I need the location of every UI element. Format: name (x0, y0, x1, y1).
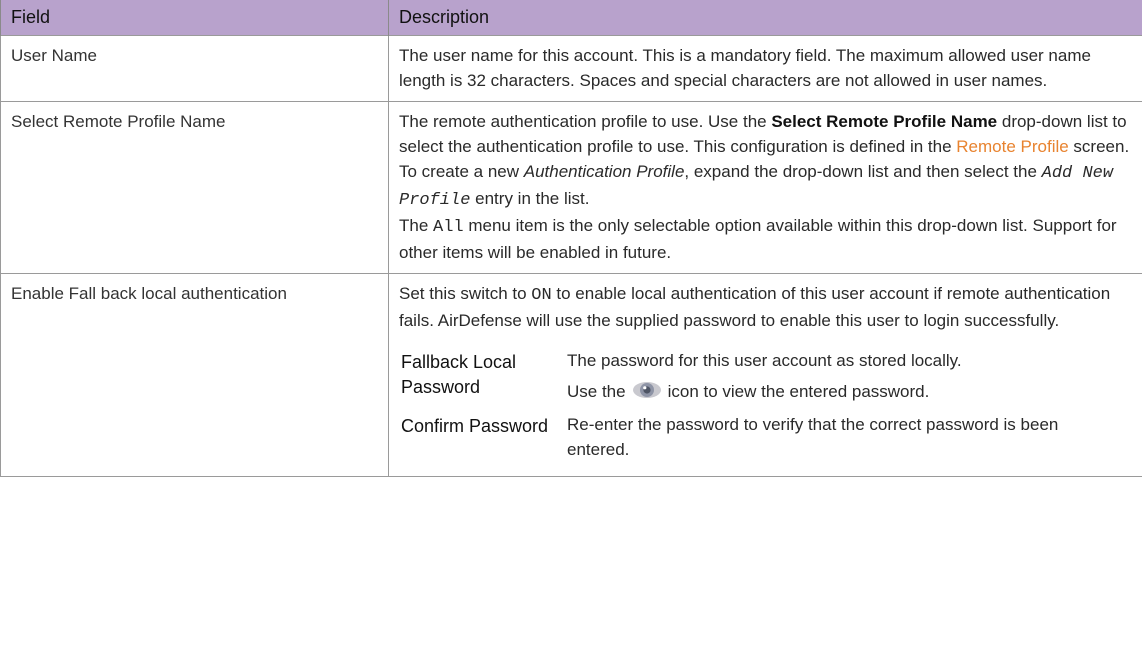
header-field: Field (0, 0, 389, 36)
description-paragraph: Set this switch to ON to enable local au… (399, 281, 1132, 333)
table-row: Select Remote Profile Name The remote au… (0, 101, 1142, 274)
italic-term: Authentication Profile (523, 162, 685, 181)
sub-field-name: Fallback Local Password (401, 352, 517, 397)
description-paragraph: The All menu item is the only selectable… (399, 213, 1132, 265)
text-span: Use the (567, 382, 626, 401)
sub-field-row: Fallback Local Password The password for… (389, 346, 1107, 410)
field-description: The user name for this account. This is … (388, 35, 1142, 102)
sub-field-name: Confirm Password (401, 416, 549, 436)
text-span: entry in the list. (470, 189, 590, 208)
sub-field-description: Re-enter the password to verify that the… (567, 415, 1059, 459)
text-span: menu item is the only selectable option … (399, 216, 1117, 262)
header-description: Description (388, 0, 1142, 36)
text-line: Use the icon to view the entered password… (567, 379, 1107, 404)
text-line: The password for this user account as st… (567, 351, 962, 370)
field-description: The remote authentication profile to use… (388, 101, 1142, 274)
text-span: Set this switch to (399, 284, 532, 303)
code-term: ON (531, 286, 552, 305)
sub-field-table: Fallback Local Password The password for… (389, 346, 1107, 468)
code-term: All (433, 218, 464, 237)
bold-term: Select Remote Profile Name (771, 112, 998, 131)
text-span: The (399, 216, 434, 235)
field-description-table: Field Description User Name The user nam… (0, 0, 1142, 477)
field-name: Enable Fall back local authentication (0, 273, 389, 477)
field-name: Select Remote Profile Name (0, 101, 389, 274)
eye-icon (632, 380, 662, 400)
remote-profile-link[interactable]: Remote Profile (956, 137, 1068, 156)
table-row: Enable Fall back local authentication Se… (0, 273, 1142, 477)
table-row: User Name The user name for this account… (0, 35, 1142, 102)
sub-field-description: The password for this user account as st… (555, 346, 1107, 410)
field-name: User Name (0, 35, 389, 102)
text-span: The remote authentication profile to use… (399, 112, 772, 131)
text-span: icon to view the entered password. (667, 382, 930, 401)
table-header-row: Field Description (0, 0, 1142, 36)
sub-field-row: Confirm Password Re-enter the password t… (389, 410, 1107, 468)
text-span: , expand the drop-down list and then sel… (684, 162, 1042, 181)
field-description: Set this switch to ON to enable local au… (388, 273, 1142, 477)
description-paragraph: The remote authentication profile to use… (399, 109, 1132, 213)
